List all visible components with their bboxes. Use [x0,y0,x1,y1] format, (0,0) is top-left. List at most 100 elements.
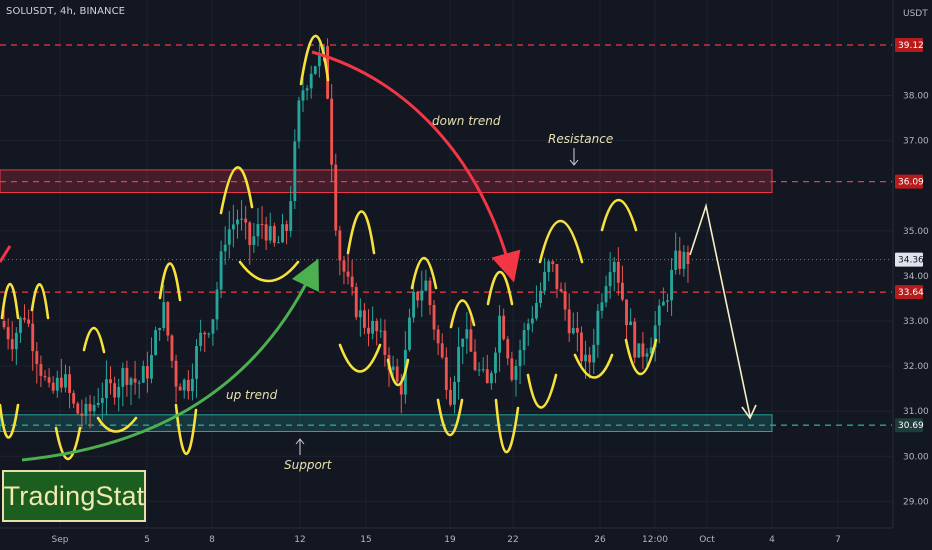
y-tick-label: 32.00 [903,362,929,372]
x-tick-label: 7 [835,535,841,545]
candle-body [2,321,6,328]
candle-body [231,224,235,230]
candle-body [571,328,575,334]
candle-body [481,369,485,371]
candle-body [473,351,477,370]
candle-body [457,346,461,382]
x-tick-label: 5 [144,535,150,545]
candle-body [448,389,452,405]
x-tick-label: Oct [699,535,715,545]
candle-body [588,354,592,363]
x-tick-label: 8 [209,535,215,545]
yellow-peak-mark [410,256,438,290]
candle-body [428,280,432,306]
candle-body [162,302,166,329]
support-pointer [295,438,305,455]
yellow-trough-mark [238,260,300,283]
up-trend-label: up trend [226,388,278,402]
candle-body [170,335,174,361]
candle-body [166,302,170,336]
resistance-pointer [569,148,579,166]
candle-body [227,229,231,245]
candle-body [383,330,387,356]
candle-body [682,251,686,269]
candle-body [207,333,211,335]
watermark-text: TradingStat [3,480,145,511]
projection-path [689,202,751,417]
candle-body [633,321,637,358]
candle-body [678,250,682,269]
candle-body [514,366,518,380]
candle-body [92,404,96,412]
currency-label: USDT [903,9,928,19]
yellow-peak-mark [158,262,182,302]
candle-body [485,369,489,384]
price-tag: 39.12 [898,41,924,51]
candle-body [637,343,641,358]
x-tick-label: Sep [52,535,69,545]
candle-layer [2,38,690,429]
candle-body [371,320,375,334]
candle-body [215,289,219,320]
axis-layer: USDT 29.00 30.00 31.00 32.00 33.00 35.00 37.00 3… [0,0,932,550]
candle-body [477,369,481,371]
candle-body [436,329,440,344]
grid-layer [0,0,892,528]
yellow-trough-mark [526,373,558,409]
candle-body [432,305,436,330]
candle-body [555,263,559,290]
candle-body [72,392,76,404]
candle-body [350,276,354,288]
candle-body [10,339,14,350]
last-price-tag: 34.36 [898,256,924,266]
candle-body [584,354,588,362]
candle-body [534,303,538,319]
candle-body [182,379,186,391]
candle-body [252,236,256,246]
support-label: Support [284,458,333,472]
y-tick-label: 29.00 [903,497,929,507]
candle-body [285,224,289,231]
candle-body [14,332,18,350]
price-tag: 36.09 [898,178,924,188]
candle-body [313,66,317,74]
yellow-peak-mark [299,34,330,86]
candle-body [539,290,542,304]
candle-body [76,403,80,414]
candle-body [563,291,567,310]
candle-body [145,366,149,379]
candle-body [526,323,530,331]
candle-body [522,330,526,351]
candle-body [625,299,628,326]
candle-body [440,343,444,358]
candle-body [211,319,215,334]
candle-body [195,346,198,379]
candle-body [129,378,133,385]
candle-body [375,320,379,332]
candle-body [686,251,690,265]
candle-body [674,250,678,270]
candle-body [629,321,633,326]
x-tick-label: 15 [360,535,371,545]
x-tick-label: 26 [594,535,606,545]
candle-body [150,354,153,379]
candle-body [199,332,203,347]
candle-body [408,317,411,350]
y-tick-label: 38.00 [903,92,929,102]
candle-body [580,332,583,362]
candle-body [88,403,92,412]
candle-body [334,164,338,231]
candle-body [260,224,264,226]
candle-body [616,261,620,283]
candle-body [272,226,276,243]
candle-body [64,374,67,388]
candle-body [55,377,59,391]
candle-body [575,328,579,333]
candle-body [154,330,158,355]
candle-body [117,386,121,398]
candle-body [543,271,547,291]
y-tick-label: 30.00 [903,452,929,462]
candle-body [506,339,510,359]
candle-body [670,269,674,301]
candle-body [342,260,346,272]
